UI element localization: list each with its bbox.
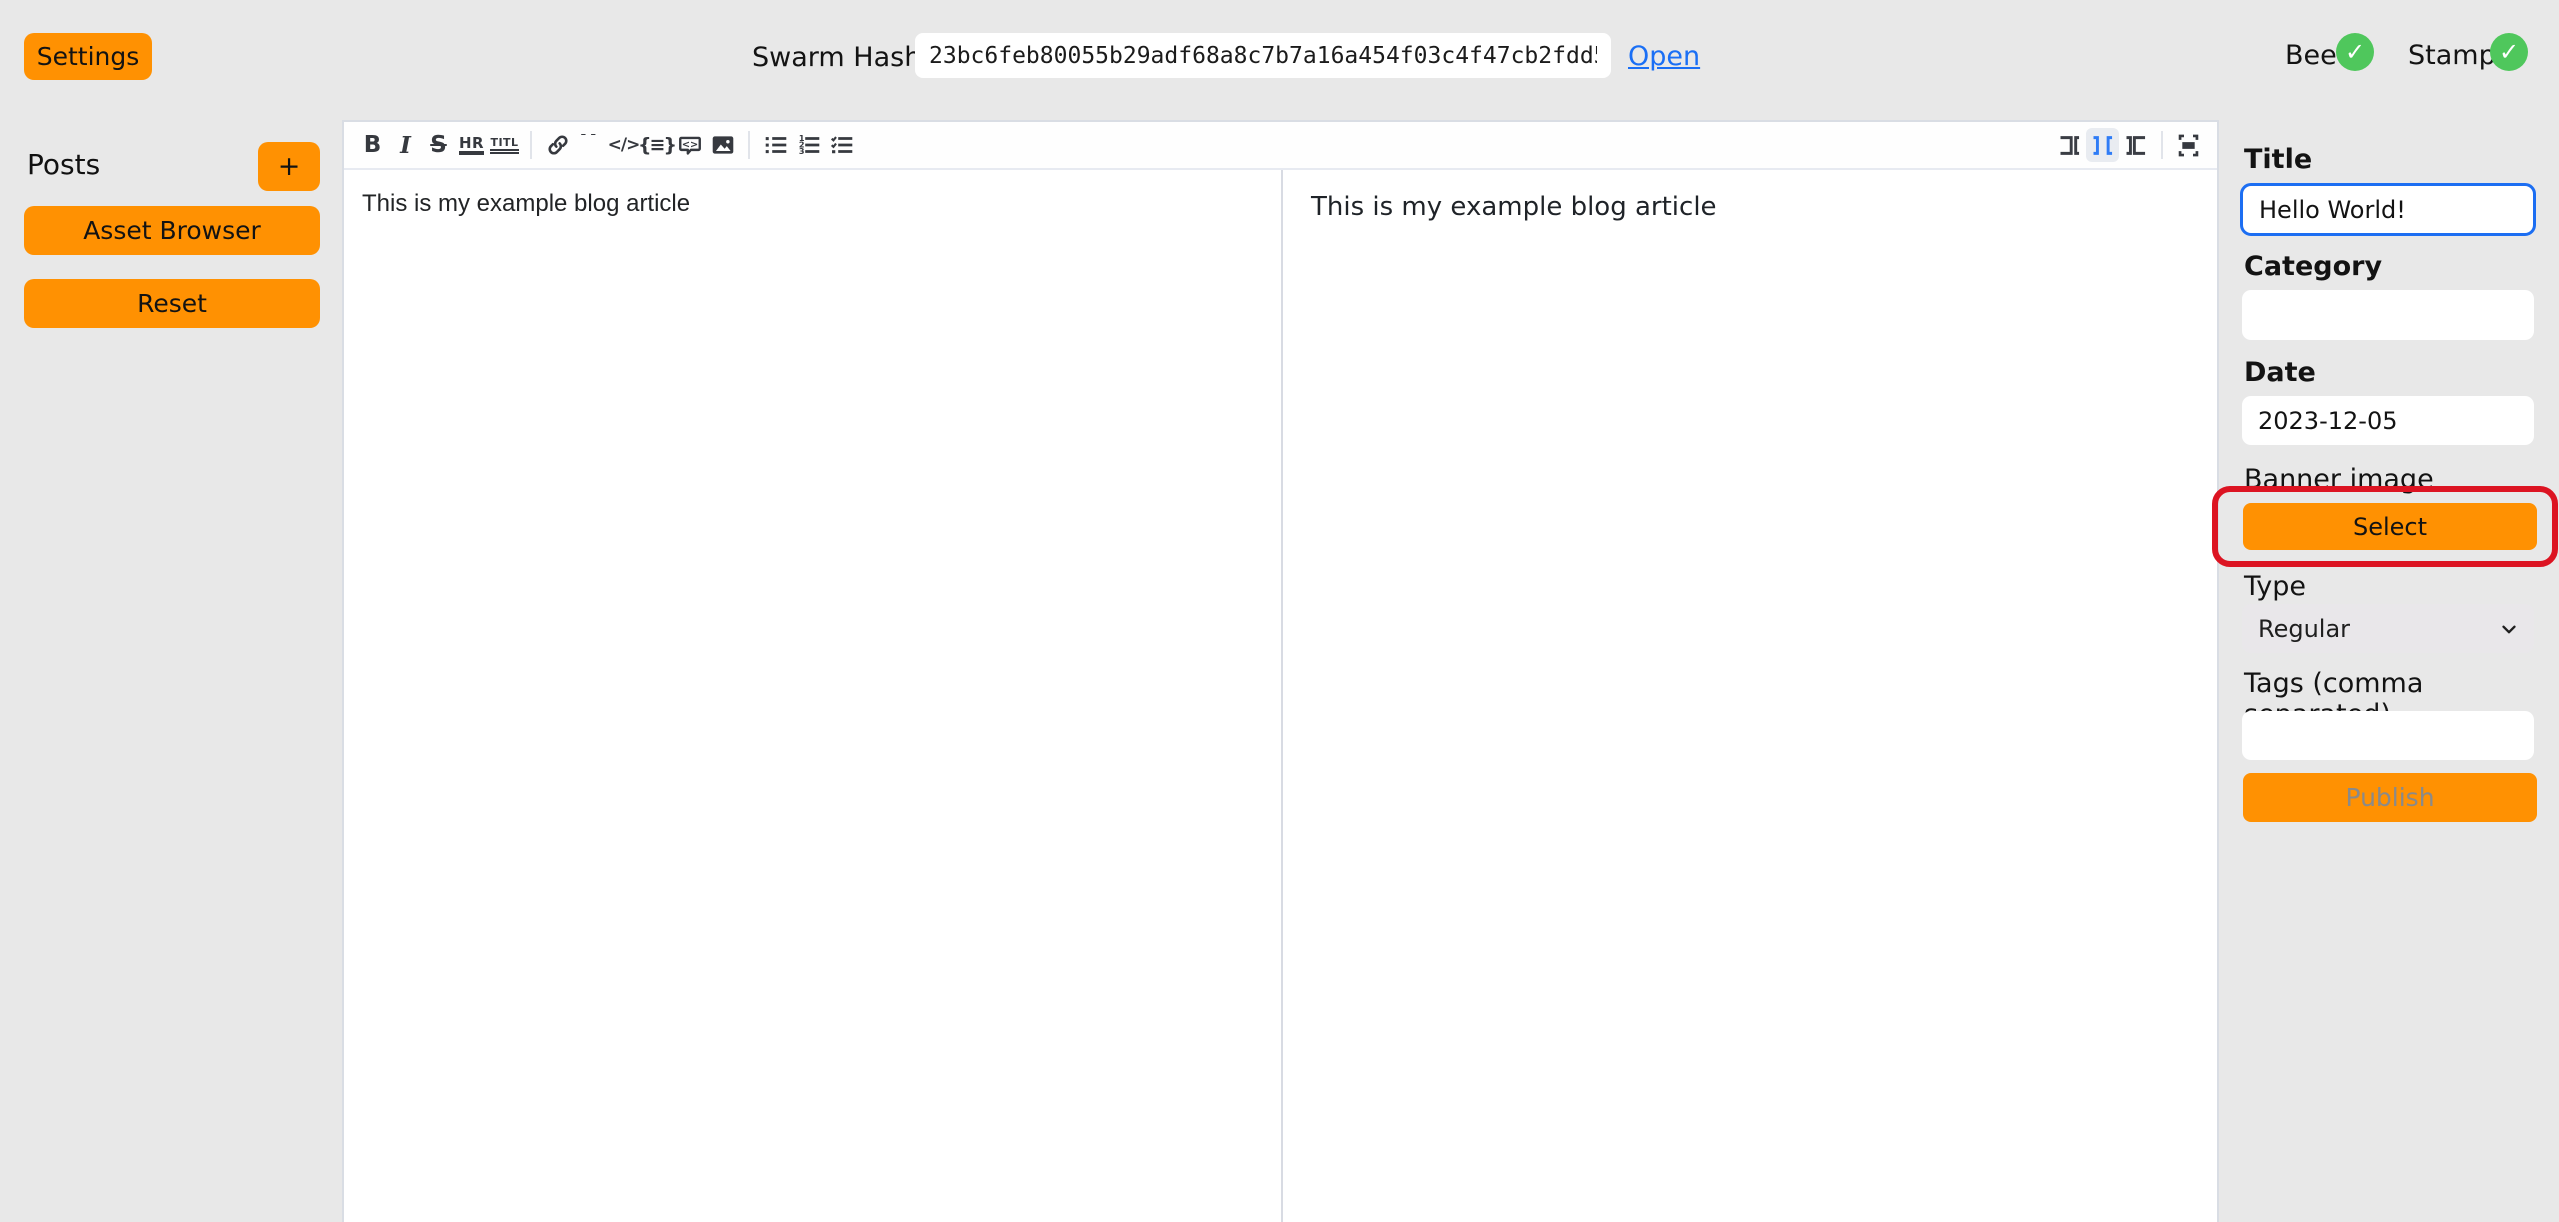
svg-text:3: 3 — [798, 146, 804, 156]
preview-only-view-icon[interactable] — [2119, 128, 2152, 162]
asset-browser-button[interactable]: Asset Browser — [24, 206, 320, 255]
bullet-list-icon[interactable] — [759, 128, 792, 162]
inline-code-icon[interactable]: </> — [607, 128, 640, 162]
italic-glyph: I — [400, 132, 411, 159]
date-label: Date — [2244, 357, 2316, 388]
markdown-text: This is my example blog article — [362, 190, 690, 217]
type-select[interactable]: Regular — [2242, 604, 2534, 653]
scroll-sync-icon[interactable] — [2172, 128, 2205, 162]
svg-text:<>: <> — [681, 139, 697, 150]
stamp-status-label: Stamp — [2408, 40, 2496, 71]
preview-text: This is my example blog article — [1311, 192, 1717, 222]
code-glyph: </> — [608, 135, 640, 155]
swarm-hash-input[interactable] — [915, 33, 1611, 78]
editor-body: This is my example blog article This is … — [344, 170, 2217, 1222]
ordered-list-icon[interactable]: 123 — [792, 128, 825, 162]
check-glyph: ✓ — [2345, 38, 2365, 66]
category-label: Category — [2244, 251, 2382, 282]
banner-image-label: Banner image — [2244, 464, 2434, 495]
hr-glyph: HR — [459, 135, 484, 156]
bee-check-icon: ✓ — [2336, 33, 2374, 71]
preview-pane: This is my example blog article — [1283, 170, 2217, 1222]
banner-select-button[interactable]: Select — [2243, 503, 2537, 550]
swarm-hash-label: Swarm Hash — [752, 42, 921, 73]
split-view-icon[interactable] — [2086, 128, 2119, 162]
reset-button[interactable]: Reset — [24, 279, 320, 328]
category-input[interactable] — [2242, 290, 2534, 340]
toolbar-divider — [748, 131, 750, 159]
toolbar-right-group — [2053, 128, 2205, 162]
posts-heading: Posts — [27, 148, 100, 181]
editor-only-view-icon[interactable] — [2053, 128, 2086, 162]
toolbar-divider — [2161, 131, 2163, 159]
stamp-check-icon: ✓ — [2490, 33, 2528, 71]
heading-glyph: TITL — [490, 136, 518, 154]
type-label: Type — [2244, 571, 2306, 602]
markdown-editor: B I S HR TITL ” </> {≡} <> 123 — [342, 120, 2219, 1222]
link-icon[interactable] — [541, 128, 574, 162]
check-glyph: ✓ — [2499, 38, 2519, 66]
editor-toolbar: B I S HR TITL ” </> {≡} <> 123 — [344, 122, 2217, 170]
publish-button[interactable]: Publish — [2243, 773, 2537, 822]
heading-icon[interactable]: TITL — [488, 128, 521, 162]
code-block-icon[interactable]: {≡} — [640, 128, 673, 162]
codeblock-glyph: {≡} — [638, 134, 675, 156]
toolbar-divider — [530, 131, 532, 159]
image-icon[interactable] — [706, 128, 739, 162]
add-post-button[interactable]: + — [258, 142, 320, 191]
open-link[interactable]: Open — [1628, 41, 1700, 72]
quote-glyph: ” — [577, 134, 603, 156]
app-root: Settings Swarm Hash Open Bee ✓ Stamp ✓ P… — [0, 0, 2559, 1222]
title-input[interactable] — [2240, 183, 2536, 236]
tags-input[interactable] — [2242, 711, 2534, 760]
bee-status-label: Bee — [2285, 40, 2337, 71]
horizontal-rule-icon[interactable]: HR — [455, 128, 488, 162]
bold-icon[interactable]: B — [356, 128, 389, 162]
italic-icon[interactable]: I — [389, 128, 422, 162]
date-input[interactable] — [2242, 396, 2534, 445]
type-select-wrapper: Regular — [2242, 604, 2534, 653]
bold-glyph: B — [364, 132, 382, 158]
title-label: Title — [2244, 144, 2312, 175]
custom-block-icon[interactable]: <> — [673, 128, 706, 162]
strikethrough-icon[interactable]: S — [422, 128, 455, 162]
task-list-icon[interactable] — [825, 128, 858, 162]
blockquote-icon[interactable]: ” — [574, 128, 607, 162]
strike-glyph: S — [430, 132, 447, 158]
markdown-pane[interactable]: This is my example blog article — [344, 170, 1281, 1222]
settings-button[interactable]: Settings — [24, 33, 152, 80]
